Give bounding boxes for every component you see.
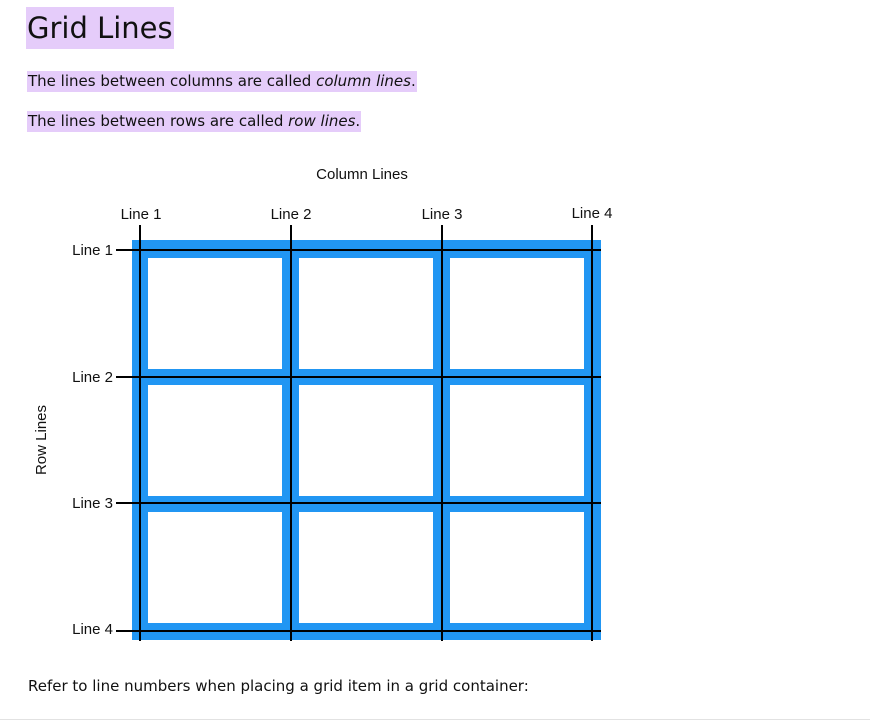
grid-cell [450, 385, 584, 496]
instruction-paragraph: Refer to line numbers when placing a gri… [28, 677, 529, 695]
grid-cell [450, 258, 584, 369]
divider [0, 719, 870, 720]
row-line-label-3: Line 3 [72, 495, 113, 512]
row-line-label-1: Line 1 [72, 242, 113, 259]
column-line-label-3: Line 3 [422, 206, 463, 223]
grid-cells [148, 258, 584, 623]
row-lines-title: Row Lines [33, 405, 50, 475]
column-line-label-4: Line 4 [572, 205, 613, 222]
column-line-label-2: Line 2 [271, 206, 312, 223]
row-line-label-2: Line 2 [72, 369, 113, 386]
grid-cell [148, 512, 282, 623]
grid-cell [450, 512, 584, 623]
grid-cell [148, 258, 282, 369]
grid-cell [299, 385, 433, 496]
column-lines-title: Column Lines [316, 166, 408, 183]
grid-lines-diagram: Column Lines Line 1 Line 2 Line 3 Line 4… [33, 166, 613, 641]
row-line-label-4: Line 4 [72, 621, 113, 638]
column-line-label-1: Line 1 [121, 206, 162, 223]
grid-cell [299, 258, 433, 369]
grid-cell [299, 512, 433, 623]
grid-cell [148, 385, 282, 496]
